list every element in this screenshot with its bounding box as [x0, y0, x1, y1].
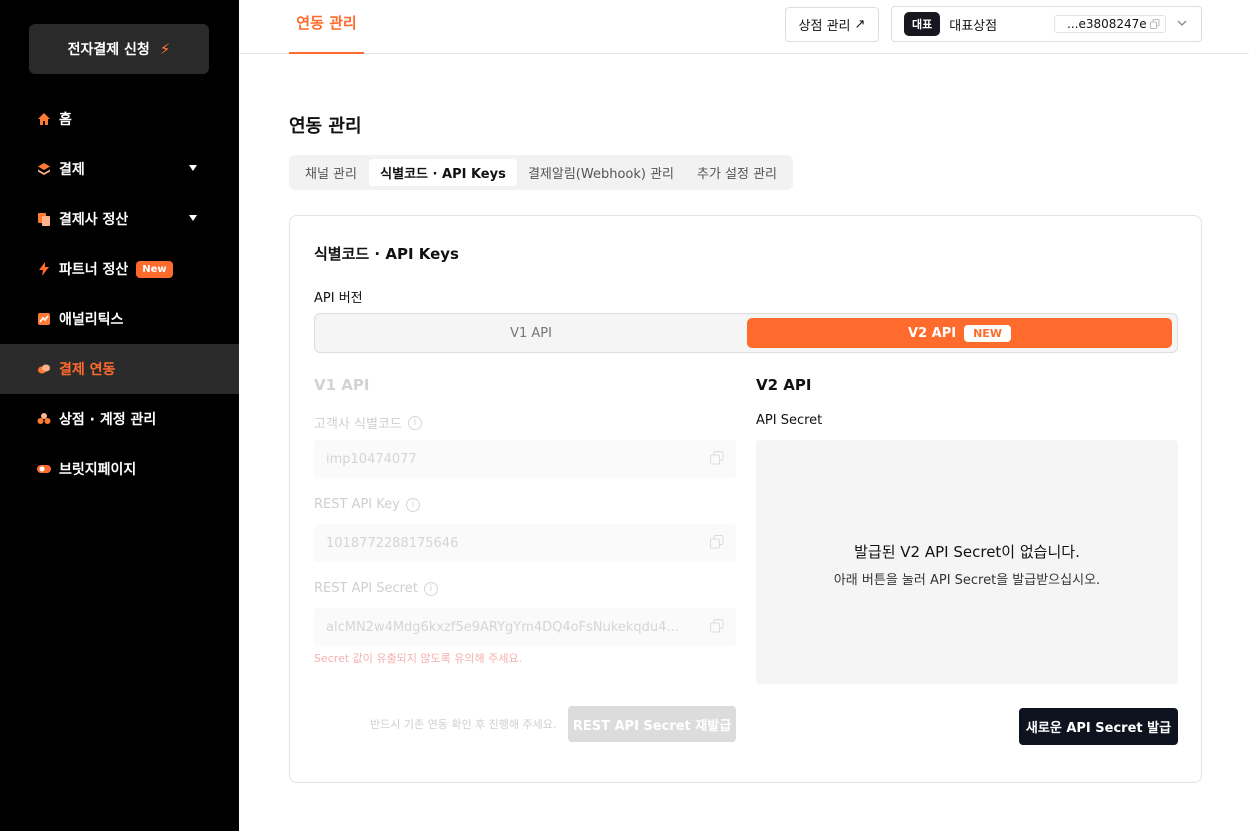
rest-api-key-field[interactable]: 1018772288175646	[314, 524, 736, 562]
field-value: alcMN2w4Mdg6kxzf5e9ARYgYm4DQ4oFsNukekqdu…	[326, 619, 679, 635]
sidebar-item-label: 파트너 정산	[59, 262, 129, 278]
field-label-text: 고객사 식별코드	[314, 417, 402, 432]
api-secret-label: API Secret	[756, 413, 823, 428]
store-id-field[interactable]: ...e3808247e	[1054, 15, 1166, 33]
v2-heading: V2 API	[756, 376, 812, 394]
page-title: 연동 관리	[289, 116, 362, 137]
sidebar-item-store-account[interactable]: 상점 · 계정 관리	[0, 394, 239, 444]
representative-badge: 대표	[904, 12, 941, 36]
tab-integration-management[interactable]: 연동 관리	[289, 0, 364, 54]
sidebar-item-bridge-page[interactable]: 브릿지페이지	[0, 444, 239, 494]
store-selector[interactable]: 대표 대표상점 ...e3808247e	[891, 6, 1202, 42]
chart-icon	[37, 312, 51, 326]
copy-icon[interactable]	[1150, 19, 1160, 29]
reissue-secret-button[interactable]: REST API Secret 재발급	[568, 706, 736, 742]
field-value: imp10474077	[326, 451, 417, 467]
store-name: 대표상점	[949, 18, 998, 34]
rest-api-secret-field[interactable]: alcMN2w4Mdg6kxzf5e9ARYgYm4DQ4oFsNukekqdu…	[314, 608, 736, 646]
sidebar-item-label: 결제사 정산	[59, 212, 129, 228]
api-keys-card: 식별코드 · API Keys API 버전 V1 API V2 API NEW…	[289, 215, 1202, 783]
home-icon	[37, 112, 51, 126]
sidebar-item-partner-settlement[interactable]: 파트너 정산 New	[0, 244, 239, 294]
subtab-bar: 채널 관리 식별코드 · API Keys 결제알림(Webhook) 관리 추…	[289, 155, 793, 190]
store-manage-label: 상점 관리	[798, 19, 851, 34]
sidebar-item-label: 결제 연동	[59, 362, 116, 378]
layers-icon	[37, 162, 51, 176]
field-value: 1018772288175646	[326, 535, 459, 551]
copy-icon[interactable]	[710, 535, 724, 549]
tab-channel[interactable]: 채널 관리	[295, 159, 367, 186]
sidebar-item-payment[interactable]: 결제	[0, 144, 239, 194]
copy-icon[interactable]	[710, 451, 724, 465]
info-icon[interactable]: i	[423, 581, 438, 596]
sidebar-nav: 홈 결제 결제사 정산 파트너 정산 New 애널리틱스 결제 연동 상점 · …	[0, 94, 239, 494]
secret-warning: Secret 값이 유출되지 않도록 유의해 주세요.	[314, 652, 522, 665]
sidebar-item-label: 애널리틱스	[59, 312, 124, 328]
merchant-code-field[interactable]: imp10474077	[314, 440, 736, 478]
api-version-toggle: V1 API V2 API NEW	[314, 313, 1178, 353]
merchant-code-label: 고객사 식별코드 i	[314, 413, 422, 432]
info-icon[interactable]: i	[407, 415, 422, 430]
sidebar-item-label: 결제	[59, 162, 85, 178]
toggle-icon	[37, 462, 51, 476]
caret-down-icon	[189, 215, 197, 221]
bolt-icon	[37, 262, 51, 276]
sidebar-item-label: 브릿지페이지	[59, 462, 137, 478]
reissue-note: 반드시 기존 연동 확인 후 진행해 주세요.	[370, 718, 557, 731]
v2-api-option-label: V2 API	[908, 325, 957, 341]
v2-api-option[interactable]: V2 API NEW	[747, 318, 1172, 348]
new-badge: New	[136, 260, 173, 278]
documents-icon	[37, 212, 51, 226]
tab-api-keys[interactable]: 식별코드 · API Keys	[369, 159, 517, 186]
store-id-value: ...e3808247e	[1067, 17, 1147, 31]
info-icon[interactable]: i	[405, 497, 420, 512]
tab-additional-settings[interactable]: 추가 설정 관리	[687, 159, 787, 186]
copy-icon[interactable]	[710, 619, 724, 633]
link-icon	[37, 362, 51, 376]
apply-payment-button[interactable]: 전자결제 신청 ⚡	[29, 24, 209, 74]
apply-payment-label: 전자결제 신청	[67, 42, 150, 58]
api-secret-empty-state: 발급된 V2 API Secret이 없습니다. 아래 버튼을 눌러 API S…	[756, 440, 1178, 684]
topbar: 연동 관리 상점 관리 ↗ 대표 대표상점 ...e3808247e	[239, 0, 1249, 54]
sidebar-item-payment-integration[interactable]: 결제 연동	[0, 344, 239, 394]
new-badge: NEW	[964, 324, 1011, 342]
field-label-text: REST API Secret	[314, 581, 418, 596]
external-link-icon: ↗	[854, 17, 866, 32]
empty-state-subtitle: 아래 버튼을 눌러 API Secret을 발급받으십시오.	[833, 573, 1101, 588]
sidebar-item-settlement[interactable]: 결제사 정산	[0, 194, 239, 244]
field-label-text: REST API Key	[314, 497, 400, 512]
rest-api-key-label: REST API Key i	[314, 497, 420, 512]
app: 전자결제 신청 ⚡ 홈 결제 결제사 정산 파트너 정산 New 애널리틱스 결…	[0, 0, 1249, 831]
sidebar-item-label: 홈	[59, 112, 72, 128]
rest-api-secret-label: REST API Secret i	[314, 581, 438, 596]
v1-api-option[interactable]: V1 API	[315, 314, 747, 352]
card-title: 식별코드 · API Keys	[314, 245, 459, 263]
sidebar-item-home[interactable]: 홈	[0, 94, 239, 144]
api-version-label: API 버전	[314, 291, 363, 306]
v1-heading: V1 API	[314, 376, 370, 394]
empty-state-title: 발급된 V2 API Secret이 없습니다.	[854, 543, 1080, 561]
issue-new-secret-button[interactable]: 새로운 API Secret 발급	[1019, 708, 1178, 745]
sidebar: 전자결제 신청 ⚡ 홈 결제 결제사 정산 파트너 정산 New 애널리틱스 결…	[0, 0, 239, 831]
bolt-icon: ⚡	[159, 40, 171, 58]
tab-webhook[interactable]: 결제알림(Webhook) 관리	[521, 159, 681, 186]
users-icon	[37, 412, 51, 426]
caret-down-icon	[189, 165, 197, 171]
chevron-down-icon	[1177, 20, 1187, 26]
sidebar-item-analytics[interactable]: 애널리틱스	[0, 294, 239, 344]
sidebar-item-label: 상점 · 계정 관리	[59, 412, 157, 428]
store-manage-button[interactable]: 상점 관리 ↗	[785, 7, 879, 42]
